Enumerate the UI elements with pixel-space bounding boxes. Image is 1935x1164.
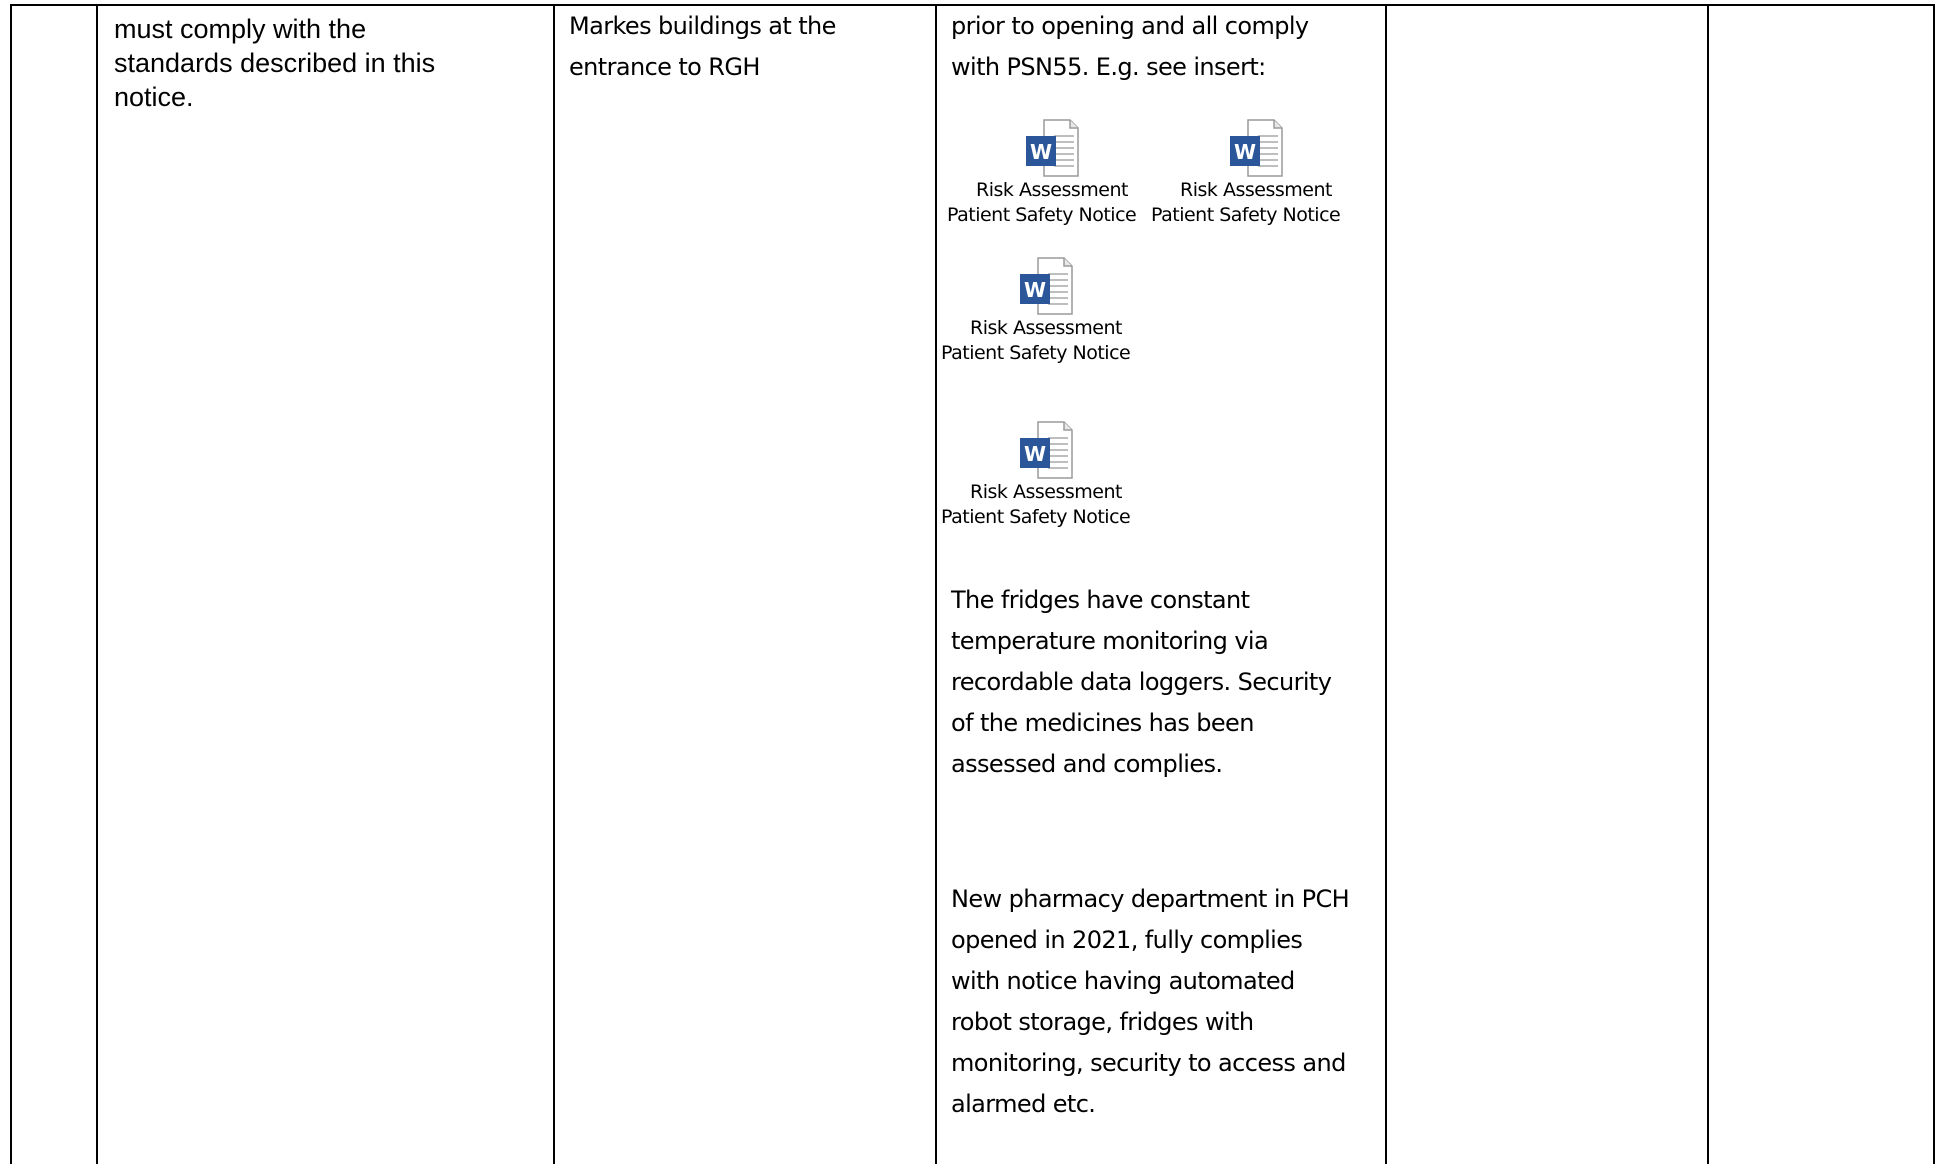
word-document-icon: W xyxy=(1020,257,1073,315)
attachment-row: W Risk Assessment Patient Safety Notice xyxy=(937,420,1385,558)
paragraph-line: with notice having automated xyxy=(951,967,1295,995)
requirement-cell: must comply with the standards described… xyxy=(96,5,555,1164)
attachment-caption: Risk Assessment Patient Safety Notice xyxy=(941,317,1131,364)
word-document-icon: W xyxy=(1020,421,1073,479)
paragraph-line: opened in 2021, fully complies xyxy=(951,926,1303,954)
paragraph-line: assessed and complies. xyxy=(951,750,1223,778)
requirement-line: notice. xyxy=(114,82,194,112)
evidence-intro: prior to opening and all comply with PSN… xyxy=(937,6,1385,88)
location-line: entrance to RGH xyxy=(569,53,760,81)
evidence-paragraph-fridges: The fridges have constant temperature mo… xyxy=(937,580,1385,785)
word-document-icon: W xyxy=(1026,119,1079,177)
empty-cell xyxy=(1385,5,1709,1164)
attachment-risk-assessment-4[interactable]: W Risk Assessment Patient Safety Notice xyxy=(941,420,1151,530)
svg-text:W: W xyxy=(1234,140,1256,164)
svg-text:W: W xyxy=(1030,140,1052,164)
empty-cell xyxy=(1707,5,1935,1164)
svg-text:W: W xyxy=(1024,278,1046,302)
paragraph-line: The fridges have constant xyxy=(951,586,1250,614)
paragraph-line: New pharmacy department in PCH xyxy=(951,885,1350,913)
number-cell xyxy=(10,5,98,1164)
location-line: Markes buildings at the xyxy=(569,12,836,40)
location-cell: Markes buildings at the entrance to RGH xyxy=(553,5,937,1164)
paragraph-line: monitoring, security to access and xyxy=(951,1049,1346,1077)
paragraph-line: robot storage, fridges with xyxy=(951,1008,1254,1036)
attachment-row: W Risk Assessment Patient Safety Notice xyxy=(937,118,1385,256)
requirement-line: must comply with the xyxy=(114,14,367,44)
compliance-table: must comply with the standards described… xyxy=(10,4,1935,1164)
evidence-intro-line: with PSN55. E.g. see insert: xyxy=(951,53,1266,81)
attachment-caption: Risk Assessment Patient Safety Notice xyxy=(1151,179,1341,226)
evidence-paragraph-pharmacy: New pharmacy department in PCH opened in… xyxy=(937,879,1385,1125)
attachment-risk-assessment-3[interactable]: W Risk Assessment Patient Safety Notice xyxy=(941,256,1151,366)
attachment-risk-assessment-2[interactable]: W Risk Assessment Patient Safety Notice xyxy=(1151,118,1361,228)
paragraph-line: of the medicines has been xyxy=(951,709,1254,737)
paragraph-line: recordable data loggers. Security xyxy=(951,668,1332,696)
evidence-intro-line: prior to opening and all comply xyxy=(951,12,1309,40)
attachment-risk-assessment-1[interactable]: W Risk Assessment Patient Safety Notice xyxy=(947,118,1157,228)
table-row: must comply with the standards described… xyxy=(10,5,1935,1164)
requirement-line: standards described in this xyxy=(114,48,436,78)
paragraph-line: alarmed etc. xyxy=(951,1090,1096,1118)
svg-text:W: W xyxy=(1024,442,1046,466)
attachment-caption: Risk Assessment Patient Safety Notice xyxy=(947,179,1137,226)
attachment-row: W Risk Assessment Patient Safety Notice xyxy=(937,256,1385,394)
document-page: must comply with the standards described… xyxy=(0,0,1935,1164)
attachment-caption: Risk Assessment Patient Safety Notice xyxy=(941,481,1131,528)
paragraph-line: temperature monitoring via xyxy=(951,627,1269,655)
word-document-icon: W xyxy=(1230,119,1283,177)
evidence-cell: prior to opening and all comply with PSN… xyxy=(935,5,1387,1164)
